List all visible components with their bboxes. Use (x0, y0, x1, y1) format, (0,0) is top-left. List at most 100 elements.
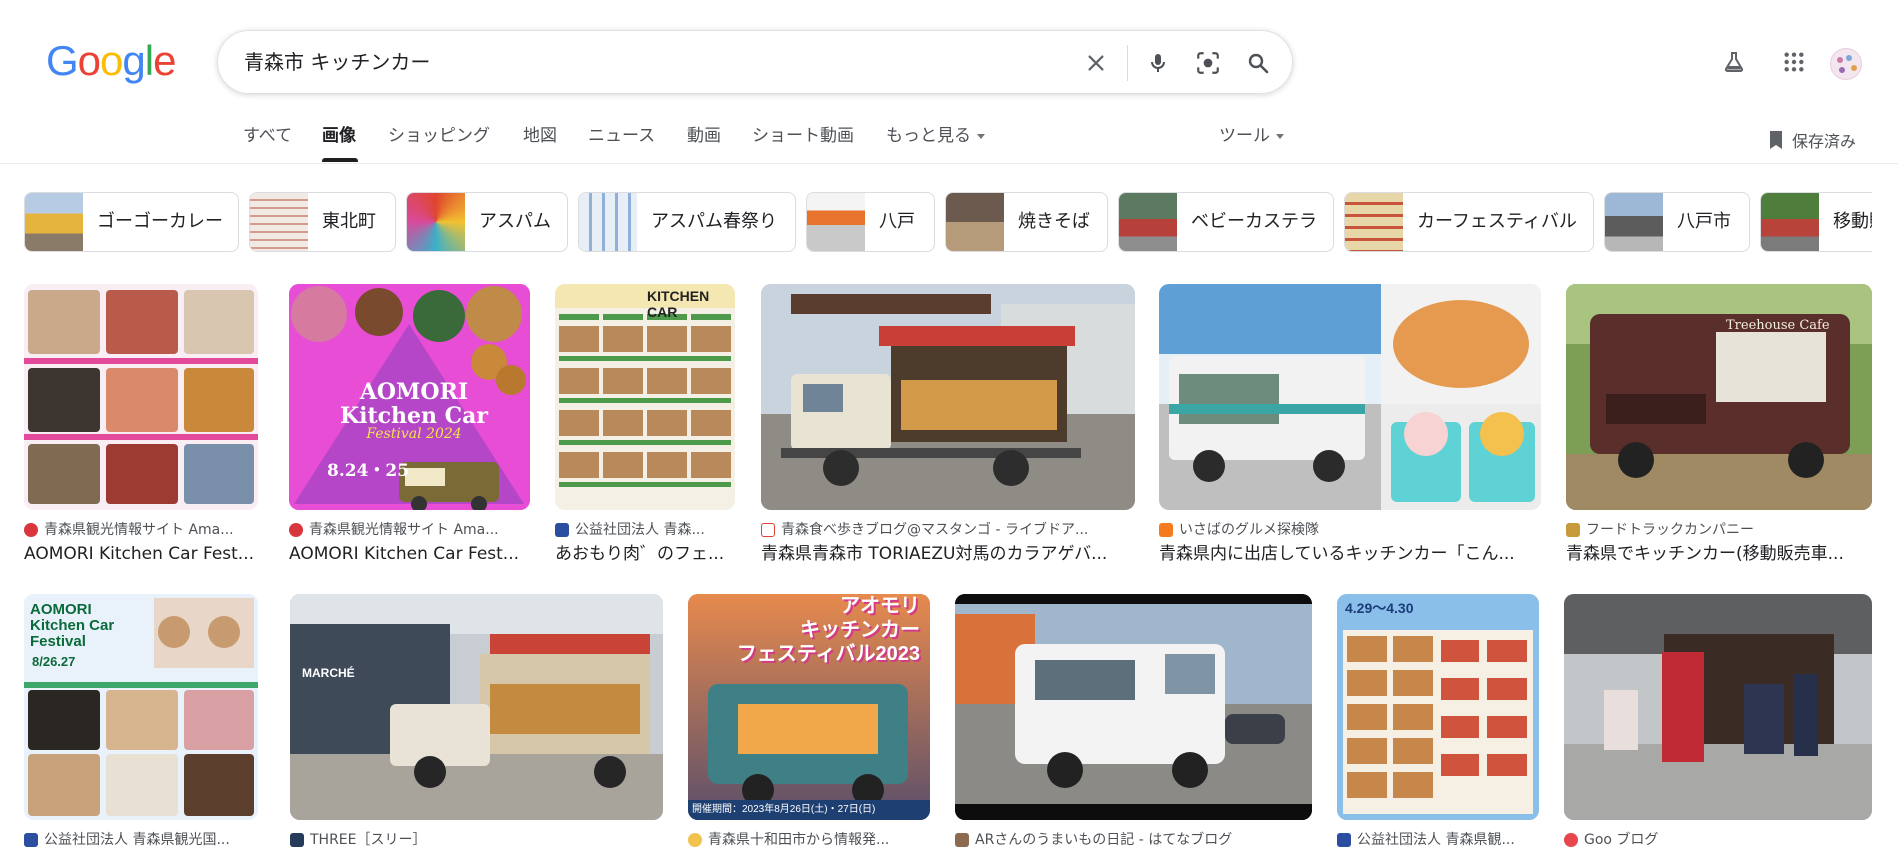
favicon (555, 523, 569, 537)
tab-maps[interactable]: 地図 (523, 124, 557, 148)
search-input[interactable]: 青森市 キッチンカー (244, 48, 430, 76)
tab-short-videos[interactable]: ショート動画 (752, 124, 854, 148)
tab-news[interactable]: ニュース (588, 124, 655, 148)
favicon (1566, 523, 1580, 537)
result-image-three-marche-truck[interactable]: MARCHÉ (290, 594, 663, 820)
saved-button[interactable]: 保存済み (1768, 128, 1856, 152)
result-source[interactable]: THREE［スリー］ (290, 830, 663, 850)
result-image-festival-poster[interactable]: AOMORI Kitchen Car Festival 2024 8.24・25 (289, 284, 530, 510)
result-source[interactable]: 公益社団法人 青森... (555, 520, 735, 540)
labs-flask-icon[interactable] (1714, 42, 1754, 82)
result-image-truck-photo[interactable] (761, 284, 1135, 510)
chip-yakisoba[interactable]: 焼きそば (945, 192, 1108, 252)
active-tab-indicator (322, 158, 358, 162)
tab-videos[interactable]: 動画 (687, 124, 721, 148)
source-label: ARさんのうまいもの日記 - はてなブログ (975, 832, 1233, 848)
tab-images[interactable]: 画像 (322, 124, 356, 148)
result-image-truck-and-pastry[interactable] (1159, 284, 1541, 510)
result-image-food-menu[interactable] (24, 284, 258, 510)
source-label: 公益社団法人 青森県観光国... (44, 832, 230, 848)
tools-label: ツール (1219, 126, 1270, 146)
poster-line-2: キッチンカー (800, 619, 920, 641)
bookmark-icon (1770, 131, 1782, 149)
result-title[interactable]: 青森県青森市 TORIAEZU対馬のカラアゲバ... (761, 542, 1135, 566)
result-title[interactable]: AOMORI Kitchen Car Fest... (24, 542, 258, 566)
favicon (289, 523, 303, 537)
result-title[interactable]: あおもり肉゛のフェ... (555, 542, 735, 566)
chip-thumbnail (807, 193, 865, 251)
result-image-festival-2023-poster[interactable]: アオモリ キッチンカー フェスティバル2023 開催期間：2023年8月26日(… (688, 594, 930, 820)
result-source[interactable]: 青森県十和田市から情報発... (688, 830, 930, 850)
tools-button[interactable]: ツール (1219, 124, 1284, 148)
result-source[interactable]: 公益社団法人 青森県観光国... (24, 830, 258, 850)
chip-gogo-curry[interactable]: ゴーゴーカレー (24, 192, 239, 252)
related-chips: ゴーゴーカレー 東北町 アスパム アスパム春祭り 八戸 焼きそば ベビーカステラ… (24, 192, 1872, 254)
result-source[interactable]: 青森県観光情報サイト Ama... (24, 520, 258, 540)
result-image-festival-2023-menu[interactable]: AOMORI Kitchen Car Festival 8/26.27 (24, 594, 258, 820)
chip-aspam-spring-festival[interactable]: アスパム春祭り (578, 192, 796, 252)
tab-all[interactable]: すべて (243, 124, 292, 148)
clear-icon[interactable] (1078, 45, 1114, 81)
chip-thumbnail (1761, 193, 1819, 251)
chip-label: ゴーゴーカレー (97, 211, 223, 232)
result-title[interactable]: 青森県でキッチンカー(移動販売車... (1566, 542, 1872, 566)
search-icon[interactable] (1240, 45, 1276, 81)
camera-lens-icon[interactable] (1190, 45, 1226, 81)
chip-mobile-sales[interactable]: 移動販売 (1760, 192, 1872, 252)
result-image-event-menu[interactable]: 4.29〜4.30 (1337, 594, 1539, 820)
chip-label: 八戸市 (1677, 211, 1731, 232)
favicon (290, 833, 304, 847)
festival-2023-date: 8/26.27 (32, 654, 76, 669)
chip-label: カーフェスティバル (1417, 211, 1577, 232)
chip-label: 東北町 (322, 211, 376, 232)
tab-more[interactable]: もっと見る (886, 124, 985, 148)
result-image-treehouse-cafe-truck[interactable]: Treehouse Cafe (1566, 284, 1872, 510)
source-label: 青森食べ歩きブログ@マスタンゴ - ライブドア... (781, 522, 1089, 538)
treehouse-sign: Treehouse Cafe (1726, 318, 1830, 333)
result-image-red-stall[interactable] (1564, 594, 1872, 820)
source-label: いさばのグルメ探検隊 (1179, 522, 1319, 538)
chip-label: 八戸 (879, 211, 915, 232)
chip-thumbnail (1119, 193, 1177, 251)
account-avatar[interactable] (1830, 48, 1862, 80)
chip-label: アスパム (479, 211, 551, 232)
chip-hachinohe-city[interactable]: 八戸市 (1604, 192, 1750, 252)
tab-shopping[interactable]: ショッピング (388, 124, 490, 148)
result-image-white-van[interactable] (955, 594, 1312, 820)
favicon (688, 833, 702, 847)
result-image-kitchen-car-menu[interactable]: KITCHEN CAR (555, 284, 735, 510)
result-title[interactable]: 青森県内に出店しているキッチンカー「こん... (1159, 542, 1541, 566)
chip-tohoku-town[interactable]: 東北町 (249, 192, 396, 252)
source-label: Goo ブログ (1584, 832, 1659, 848)
chip-hachinohe[interactable]: 八戸 (806, 192, 935, 252)
result-source[interactable]: 公益社団法人 青森県観... (1337, 830, 1539, 850)
result-source[interactable]: 青森食べ歩きブログ@マスタンゴ - ライブドア... (761, 520, 1135, 540)
title-label: 青森県でキッチンカー(移動販売車... (1566, 544, 1844, 564)
result-source[interactable]: フードトラックカンパニー (1566, 520, 1872, 540)
result-title[interactable]: AOMORI Kitchen Car Fest... (289, 542, 530, 566)
result-source[interactable]: いさばのグルメ探検隊 (1159, 520, 1541, 540)
favicon (1564, 833, 1578, 847)
chevron-down-icon (1276, 133, 1284, 139)
apps-grid-icon[interactable] (1774, 42, 1814, 82)
poster-heading: アオモリ キッチンカー フェスティバル2023 (737, 594, 920, 666)
source-label: 青森県観光情報サイト Ama... (44, 522, 234, 538)
chip-car-festival[interactable]: カーフェスティバル (1344, 192, 1594, 252)
chip-aspam[interactable]: アスパム (406, 192, 568, 252)
chip-thumbnail (1605, 193, 1663, 251)
result-source[interactable]: Goo ブログ (1564, 830, 1872, 850)
poster-date: 開催期間：2023年8月26日(土)・27日(日) (692, 804, 876, 815)
chip-label: アスパム春祭り (651, 211, 777, 232)
result-source[interactable]: 青森県観光情報サイト Ama... (289, 520, 530, 540)
chip-baby-castella[interactable]: ベビーカステラ (1118, 192, 1334, 252)
festival-2023-title: AOMORI Kitchen Car Festival (30, 601, 115, 650)
search-divider (1127, 45, 1128, 81)
result-source[interactable]: ARさんのうまいもの日記 - はてなブログ (955, 830, 1312, 850)
google-logo[interactable]: Google (46, 38, 176, 84)
source-label: フードトラックカンパニー (1586, 522, 1754, 538)
source-label: THREE［スリー］ (310, 832, 427, 848)
microphone-icon[interactable] (1140, 45, 1176, 81)
chip-thumbnail (946, 193, 1004, 251)
saved-label: 保存済み (1792, 132, 1857, 151)
search-box[interactable]: 青森市 キッチンカー (217, 30, 1293, 94)
